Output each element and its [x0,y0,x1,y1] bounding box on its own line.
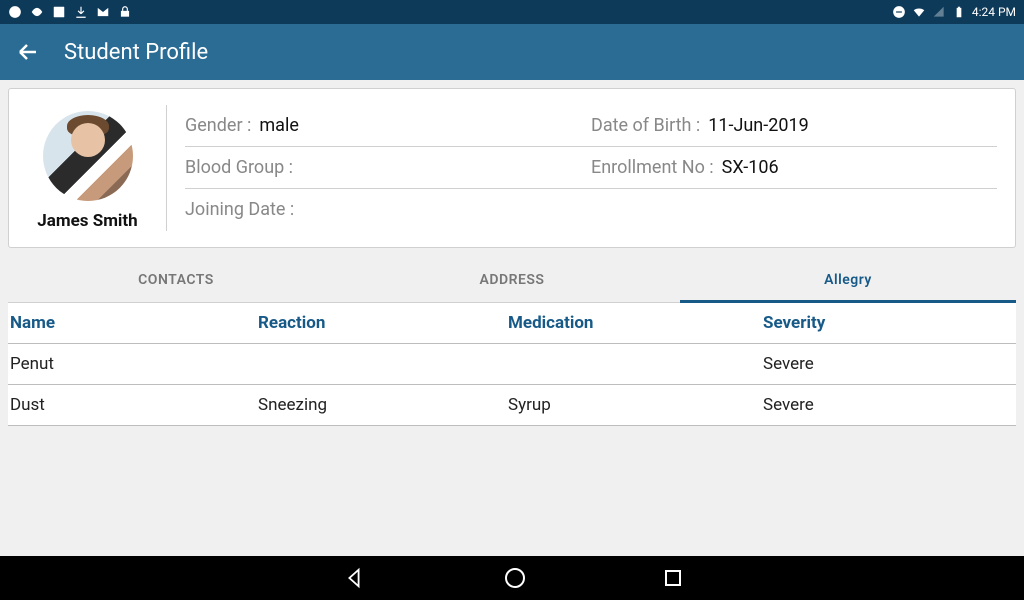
enrollment-value: SX-106 [722,157,779,178]
gender-label: Gender : [185,115,251,136]
table-row: Penut Severe [8,344,1016,385]
dob-label: Date of Birth : [591,115,700,136]
info-row-1: Gender : male Date of Birth : 11-Jun-201… [185,105,997,147]
back-arrow-icon[interactable] [16,40,40,64]
app-bar: Student Profile [0,24,1024,80]
header-name: Name [8,313,258,333]
status-bar: 4:24 PM [0,0,1024,24]
android-nav-bar [0,556,1024,600]
eye-icon [30,5,44,19]
tab-contacts[interactable]: CONTACTS [8,258,344,302]
profile-card: James Smith Gender : male Date of Birth … [8,88,1016,248]
cell-name: Penut [8,354,258,374]
enrollment-field: Enrollment No : SX-106 [591,157,997,178]
nav-recent-icon[interactable] [665,570,681,586]
header-severity: Severity [763,313,1016,333]
student-avatar [43,111,133,201]
tab-address[interactable]: ADDRESS [344,258,680,302]
joining-date-label: Joining Date : [185,199,294,220]
tab-allergy[interactable]: Allegry [680,258,1016,302]
cell-reaction [258,354,508,374]
table-row: Dust Sneezing Syrup Severe [8,385,1016,426]
cell-name: Dust [8,395,258,415]
lock-icon [118,5,132,19]
dob-value: 11-Jun-2019 [708,115,808,136]
gender-field: Gender : male [185,115,591,136]
nav-home-icon[interactable] [505,568,525,588]
download-icon [74,5,88,19]
cell-severity: Severe [763,354,1016,374]
status-right-icons: 4:24 PM [892,5,1016,19]
cell-medication: Syrup [508,395,763,415]
dnd-icon [892,5,906,19]
student-name: James Smith [37,211,137,231]
page-title: Student Profile [64,40,208,65]
nav-back-icon[interactable] [343,567,365,589]
wifi-icon [912,5,926,19]
header-reaction: Reaction [258,313,508,333]
status-time: 4:24 PM [972,5,1016,19]
cell-reaction: Sneezing [258,395,508,415]
notification-icon [8,5,22,19]
battery-icon [952,5,966,19]
table-header: Name Reaction Medication Severity [8,303,1016,344]
avatar-column: James Smith [27,105,167,231]
mail-icon [96,5,110,19]
info-row-3: Joining Date : [185,189,997,230]
image-icon [52,5,66,19]
enrollment-label: Enrollment No : [591,157,714,178]
signal-icon [932,5,946,19]
dob-field: Date of Birth : 11-Jun-2019 [591,115,997,136]
joining-date-field: Joining Date : [185,199,591,220]
content-area: James Smith Gender : male Date of Birth … [0,80,1024,556]
info-row-2: Blood Group : Enrollment No : SX-106 [185,147,997,189]
status-left-icons [8,5,132,19]
header-medication: Medication [508,313,763,333]
info-column: Gender : male Date of Birth : 11-Jun-201… [185,105,997,231]
gender-value: male [259,115,299,136]
cell-severity: Severe [763,395,1016,415]
blood-group-label: Blood Group : [185,157,293,178]
cell-medication [508,354,763,374]
tabs: CONTACTS ADDRESS Allegry [8,258,1016,303]
blood-group-field: Blood Group : [185,157,591,178]
allergy-table: Name Reaction Medication Severity Penut … [8,303,1016,426]
